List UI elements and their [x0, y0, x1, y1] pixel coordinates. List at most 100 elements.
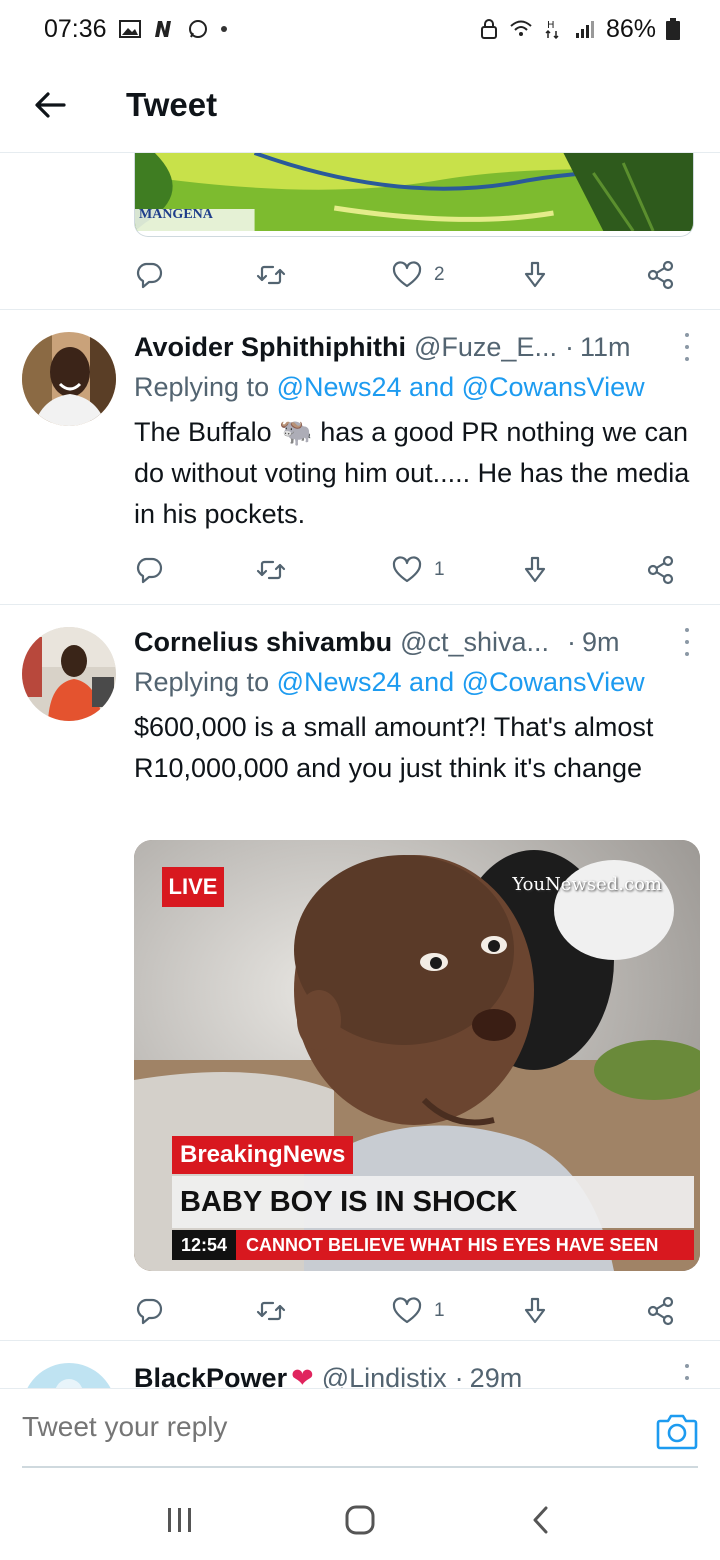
download-button[interactable]: [520, 550, 550, 590]
like-button[interactable]: 1: [392, 550, 445, 590]
cartoon-image: [135, 153, 693, 231]
camera-icon: [656, 1414, 698, 1450]
reply-composer: [0, 1388, 720, 1480]
more-options-button[interactable]: [682, 1364, 692, 1388]
like-count: 2: [434, 264, 445, 285]
buffalo-emoji: 🐃: [279, 417, 313, 447]
download-icon: [524, 1297, 546, 1324]
user-name[interactable]: Avoider Sphithiphithi: [134, 332, 406, 363]
reply-button[interactable]: [134, 550, 164, 590]
tweet-text: The Buffalo 🐃 has a good PR nothing we c…: [134, 412, 700, 535]
status-time: 07:36: [44, 14, 107, 43]
input-underline: [22, 1466, 698, 1468]
page-title: Tweet: [126, 86, 218, 123]
mention-link[interactable]: @News24 and @CowansView: [277, 372, 645, 402]
like-button[interactable]: 1: [392, 1291, 445, 1331]
replying-prefix: Replying to: [134, 372, 277, 402]
download-button[interactable]: [520, 1291, 550, 1331]
retweet-button[interactable]: [256, 1291, 286, 1331]
tweet-time: 9m: [582, 626, 620, 657]
battery-level: 86%: [605, 14, 656, 43]
recents-icon: [168, 1508, 191, 1532]
chevron-left-icon: [533, 1506, 548, 1534]
tweet-item[interactable]: BlackPower ❤ @Lindistix · 29m: [0, 1341, 720, 1388]
app-header: Tweet: [0, 58, 720, 153]
more-options-button[interactable]: [682, 333, 692, 361]
recents-button[interactable]: [150, 1490, 210, 1550]
replying-to: Replying to @News24 and @CowansView: [134, 372, 714, 403]
reply-icon: [136, 1298, 163, 1325]
retweet-icon: [256, 265, 286, 285]
tweet-item[interactable]: Avoider Sphithiphithi @Fuze_E... · 11m R…: [0, 310, 720, 604]
tweet-media-image[interactable]: MANGENA: [134, 153, 694, 237]
wifi-icon: [510, 20, 532, 36]
user-name[interactable]: Cornelius shivambu: [134, 627, 392, 658]
reply-icon: [136, 557, 163, 584]
share-button[interactable]: [646, 255, 676, 295]
reply-button[interactable]: [134, 1291, 164, 1331]
camera-button[interactable]: [656, 1411, 698, 1451]
like-count: 1: [434, 559, 445, 580]
like-count: 1: [434, 1300, 445, 1321]
breaking-news-tag: BreakingNews: [172, 1136, 354, 1174]
download-icon: [524, 556, 546, 583]
retweet-icon: [256, 560, 286, 580]
replying-to: Replying to @News24 and @CowansView: [134, 667, 714, 698]
news-ticker: 12:54 CANNOT BELIEVE WHAT HIS EYES HAVE …: [172, 1230, 694, 1260]
tweet-header: Cornelius shivambu @ct_shiva... · 9m: [134, 622, 700, 662]
replying-prefix: Replying to: [134, 667, 277, 697]
mention-link[interactable]: @News24 and @CowansView: [277, 667, 645, 697]
user-name[interactable]: BlackPower: [134, 1363, 287, 1389]
share-button[interactable]: [646, 550, 676, 590]
share-icon: [647, 260, 674, 290]
battery-icon: [666, 18, 680, 40]
image-caption: MANGENA: [139, 207, 213, 222]
user-handle[interactable]: @ct_shiva...: [400, 627, 549, 658]
tweet-time: 29m: [469, 1362, 523, 1389]
download-icon: [524, 261, 546, 288]
tweet-header: BlackPower ❤ @Lindistix · 29m: [134, 1358, 700, 1388]
avatar-image: [22, 627, 116, 721]
signal-icon: [575, 21, 594, 38]
retweet-button[interactable]: [256, 550, 286, 590]
ticker-time: 12:54: [172, 1230, 236, 1260]
like-button[interactable]: 2: [392, 255, 445, 295]
heart-icon: [392, 556, 422, 583]
tweet-actions: 1: [134, 550, 694, 590]
avatar[interactable]: [22, 627, 116, 721]
heart-icon: [392, 1297, 422, 1324]
tweet-feed[interactable]: MANGENA 2 Avoider Sphithiphithi @Fuze_E.…: [0, 153, 720, 1388]
back-button[interactable]: [20, 75, 80, 135]
separator-dot: ·: [454, 1362, 464, 1389]
avatar-image: [22, 332, 116, 426]
heart-emoji: ❤: [291, 1362, 314, 1389]
home-button[interactable]: [330, 1490, 390, 1550]
download-button[interactable]: [520, 255, 550, 295]
reply-button[interactable]: [134, 255, 164, 295]
system-nav-bar: [0, 1480, 720, 1560]
news-headline: BABY BOY IS IN SHOCK: [172, 1176, 694, 1228]
avatar[interactable]: [22, 1363, 116, 1388]
tweet-actions: 2: [134, 255, 694, 295]
share-icon: [647, 1296, 674, 1326]
avatar[interactable]: [22, 332, 116, 426]
tweet-item[interactable]: Cornelius shivambu @ct_shiva... · 9m Rep…: [0, 605, 720, 1340]
live-badge: LIVE: [162, 867, 224, 907]
ticker-text: CANNOT BELIEVE WHAT HIS EYES HAVE SEEN: [246, 1234, 659, 1255]
retweet-icon: [256, 1301, 286, 1321]
more-options-button[interactable]: [682, 628, 692, 656]
share-icon: [647, 555, 674, 585]
system-back-button[interactable]: [510, 1490, 570, 1550]
home-icon: [345, 1505, 375, 1535]
notification-dot: [220, 26, 227, 32]
tweet-media-image[interactable]: LIVE YouNewsed.com BreakingNews BABY BOY…: [134, 840, 700, 1271]
share-button[interactable]: [646, 1291, 676, 1331]
tweet-actions: 1: [134, 1291, 694, 1331]
tweet-text-part: The Buffalo: [134, 417, 280, 447]
tweet-header: Avoider Sphithiphithi @Fuze_E... · 11m: [134, 327, 700, 367]
user-handle[interactable]: @Fuze_E...: [414, 332, 557, 363]
retweet-button[interactable]: [256, 255, 286, 295]
reply-input[interactable]: [22, 1411, 582, 1443]
news-icon: [154, 21, 171, 37]
user-handle[interactable]: @Lindistix: [322, 1363, 447, 1389]
